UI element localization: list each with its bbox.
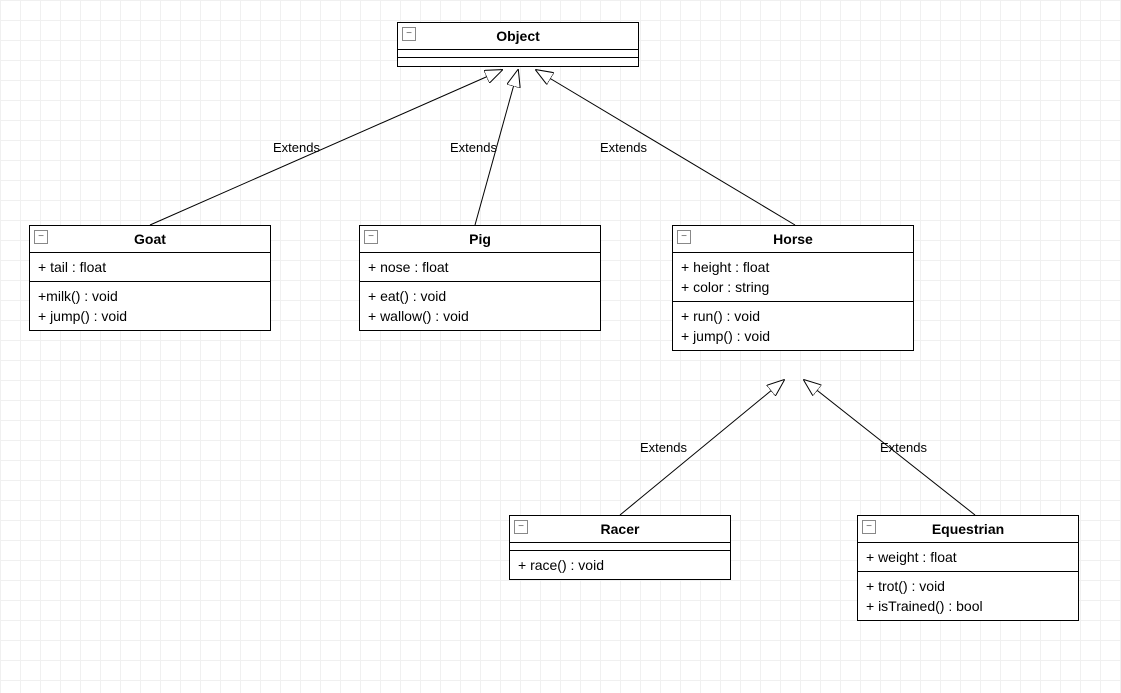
class-name: Pig [469, 231, 491, 247]
class-racer[interactable]: − Racer + race() : void [509, 515, 731, 580]
collapse-icon[interactable]: − [402, 27, 416, 41]
class-attributes: + nose : float [360, 253, 600, 282]
method: + race() : void [518, 555, 722, 575]
class-header[interactable]: − Horse [673, 226, 913, 253]
attribute: + height : float [681, 257, 905, 277]
method: + jump() : void [38, 306, 262, 326]
class-equestrian[interactable]: − Equestrian + weight : float + trot() :… [857, 515, 1079, 621]
class-methods: + trot() : void + isTrained() : bool [858, 572, 1078, 620]
class-name: Equestrian [932, 521, 1004, 537]
class-object[interactable]: − Object [397, 22, 639, 67]
method: + wallow() : void [368, 306, 592, 326]
class-name: Object [496, 28, 540, 44]
class-methods: + run() : void + jump() : void [673, 302, 913, 350]
edge-label-pig-object: Extends [450, 140, 497, 155]
class-pig[interactable]: − Pig + nose : float + eat() : void + wa… [359, 225, 601, 331]
method: + run() : void [681, 306, 905, 326]
class-attributes [510, 543, 730, 551]
collapse-icon[interactable]: − [34, 230, 48, 244]
collapse-icon[interactable]: − [862, 520, 876, 534]
method: +milk() : void [38, 286, 262, 306]
class-attributes: + tail : float [30, 253, 270, 282]
edge-label-goat-object: Extends [273, 140, 320, 155]
class-methods [398, 58, 638, 66]
class-header[interactable]: − Pig [360, 226, 600, 253]
class-attributes [398, 50, 638, 58]
class-header[interactable]: − Equestrian [858, 516, 1078, 543]
class-name: Horse [773, 231, 813, 247]
class-header[interactable]: − Goat [30, 226, 270, 253]
class-methods: + eat() : void + wallow() : void [360, 282, 600, 330]
method: + eat() : void [368, 286, 592, 306]
class-header[interactable]: − Racer [510, 516, 730, 543]
method: + jump() : void [681, 326, 905, 346]
attribute: + weight : float [866, 547, 1070, 567]
collapse-icon[interactable]: − [677, 230, 691, 244]
collapse-icon[interactable]: − [364, 230, 378, 244]
class-attributes: + weight : float [858, 543, 1078, 572]
collapse-icon[interactable]: − [514, 520, 528, 534]
edge-label-racer-horse: Extends [640, 440, 687, 455]
class-horse[interactable]: − Horse + height : float + color : strin… [672, 225, 914, 351]
method: + trot() : void [866, 576, 1070, 596]
class-header[interactable]: − Object [398, 23, 638, 50]
attribute: + nose : float [368, 257, 592, 277]
class-methods: +milk() : void + jump() : void [30, 282, 270, 330]
attribute: + tail : float [38, 257, 262, 277]
class-name: Racer [601, 521, 640, 537]
edge-label-equestrian-horse: Extends [880, 440, 927, 455]
class-name: Goat [134, 231, 166, 247]
class-attributes: + height : float + color : string [673, 253, 913, 302]
method: + isTrained() : bool [866, 596, 1070, 616]
class-goat[interactable]: − Goat + tail : float +milk() : void + j… [29, 225, 271, 331]
class-methods: + race() : void [510, 551, 730, 579]
attribute: + color : string [681, 277, 905, 297]
edge-label-horse-object: Extends [600, 140, 647, 155]
